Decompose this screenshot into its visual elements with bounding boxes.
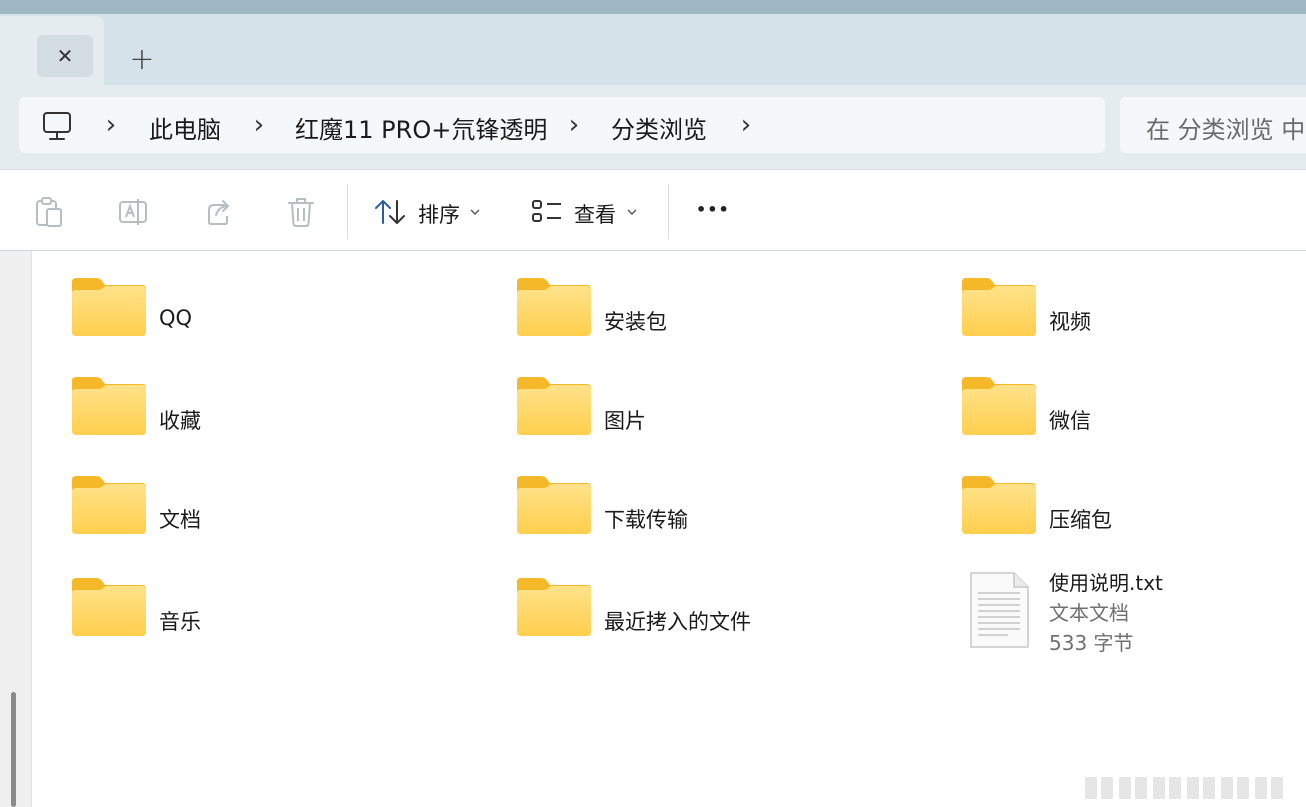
- folder-name: 视频: [1049, 310, 1091, 334]
- folder-item[interactable]: 收藏: [72, 377, 492, 457]
- folder-item[interactable]: 视频: [962, 278, 1306, 358]
- rename-icon[interactable]: [117, 195, 149, 229]
- folder-icon: [517, 278, 591, 336]
- folder-item[interactable]: QQ: [72, 278, 492, 358]
- breadcrumb-chevron-icon[interactable]: ›: [737, 110, 755, 140]
- breadcrumb-item-this-pc[interactable]: 此电脑: [149, 110, 221, 145]
- folder-name: 文档: [159, 508, 201, 532]
- breadcrumb-chevron-icon[interactable]: ›: [250, 110, 268, 140]
- search-placeholder: 在 分类浏览 中搜索: [1146, 116, 1306, 144]
- new-tab-button[interactable]: +: [120, 40, 164, 78]
- command-bar: [0, 169, 1306, 251]
- folder-icon: [72, 476, 146, 534]
- file-type: 文本文档: [1049, 601, 1129, 625]
- breadcrumb-chevron-icon[interactable]: ›: [102, 110, 120, 140]
- folder-name: 压缩包: [1049, 508, 1112, 532]
- delete-icon[interactable]: [285, 195, 317, 229]
- sort-icon[interactable]: [372, 195, 408, 229]
- folder-icon: [72, 578, 146, 636]
- close-icon: ✕: [56, 44, 74, 68]
- folder-name: 音乐: [159, 610, 201, 634]
- folder-icon: [72, 377, 146, 435]
- folder-name: 最近拷入的文件: [604, 610, 751, 634]
- toolbar-divider: [668, 184, 669, 239]
- file-item-txt[interactable]: 使用说明.txt 文本文档 533 字节: [962, 563, 1292, 658]
- text-file-icon: [970, 572, 1029, 648]
- folder-name: 安装包: [604, 310, 667, 334]
- breadcrumb-item-device[interactable]: 红魔11 PRO+氘锋透明: [295, 110, 547, 145]
- folder-name: 微信: [1049, 409, 1091, 433]
- search-input[interactable]: 在 分类浏览 中搜索: [1120, 97, 1306, 153]
- folder-icon: [72, 278, 146, 336]
- scrollbar-thumb[interactable]: [11, 692, 16, 807]
- watermark: [1085, 777, 1283, 799]
- chevron-down-icon: [627, 209, 637, 215]
- view-button[interactable]: 查看: [574, 199, 616, 229]
- toolbar-divider: [347, 184, 348, 239]
- breadcrumb-item-category[interactable]: 分类浏览: [611, 110, 707, 145]
- plus-icon: +: [129, 41, 155, 77]
- folder-item[interactable]: 最近拷入的文件: [517, 578, 937, 658]
- folder-item[interactable]: 文档: [72, 476, 492, 556]
- folder-icon: [962, 377, 1036, 435]
- close-tab-button[interactable]: ✕: [37, 35, 93, 77]
- file-name: 使用说明.txt: [1049, 571, 1163, 595]
- title-strip: [0, 0, 1306, 14]
- folder-name: 下载传输: [604, 508, 688, 532]
- folder-icon: [962, 476, 1036, 534]
- folder-icon: [517, 578, 591, 636]
- folder-item[interactable]: 安装包: [517, 278, 937, 358]
- folder-name: 收藏: [159, 409, 201, 433]
- folder-icon: [962, 278, 1036, 336]
- share-icon[interactable]: [201, 195, 233, 229]
- navigation-pane: [0, 251, 32, 807]
- folder-item[interactable]: 微信: [962, 377, 1306, 457]
- folder-item[interactable]: 图片: [517, 377, 937, 457]
- folder-item[interactable]: 音乐: [72, 578, 492, 658]
- paste-icon[interactable]: [33, 195, 65, 229]
- computer-icon[interactable]: [42, 110, 72, 142]
- folder-name: 图片: [604, 409, 646, 433]
- chevron-down-icon: [470, 209, 480, 215]
- sort-button[interactable]: 排序: [418, 199, 460, 229]
- folder-item[interactable]: 下载传输: [517, 476, 937, 556]
- more-options-icon[interactable]: •••: [696, 200, 730, 219]
- view-icon[interactable]: [530, 195, 564, 229]
- folder-item[interactable]: 压缩包: [962, 476, 1306, 556]
- breadcrumb-chevron-icon[interactable]: ›: [565, 110, 583, 140]
- folder-icon: [517, 377, 591, 435]
- folder-name: QQ: [159, 306, 193, 330]
- folder-icon: [517, 476, 591, 534]
- file-size: 533 字节: [1049, 631, 1134, 655]
- tab-bar: [0, 14, 1306, 85]
